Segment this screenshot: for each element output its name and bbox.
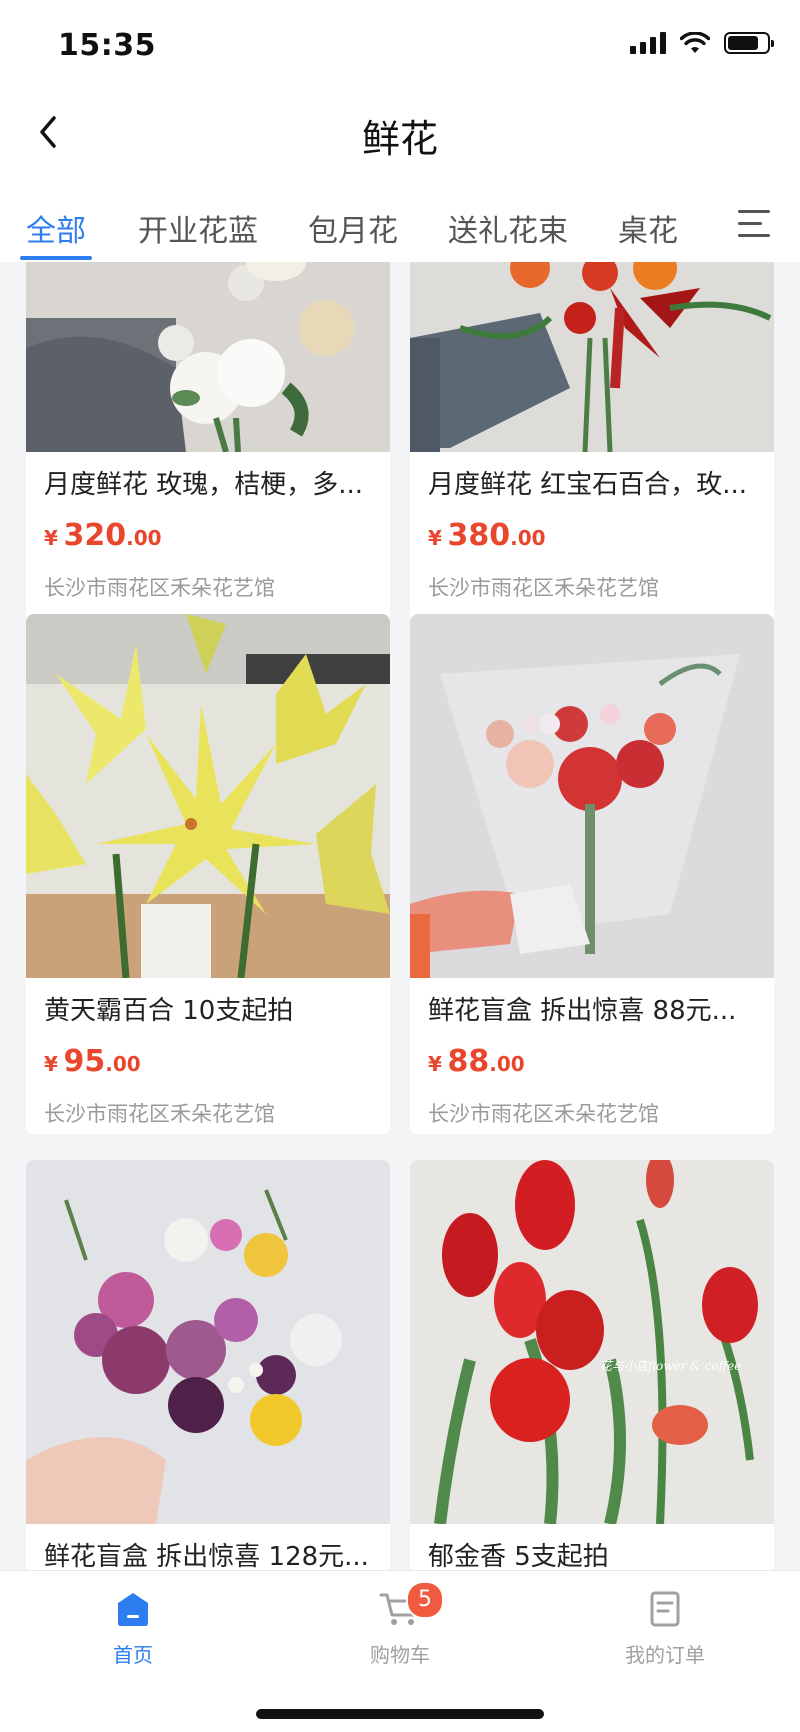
battery-icon <box>724 32 774 54</box>
tabbar-home[interactable]: 首页 <box>73 1589 193 1668</box>
product-image: 花与小店flower & coffee <box>410 1160 774 1524</box>
bottom-tab-bar: 首页 购物车 5 我的订单 <box>0 1570 800 1732</box>
tab-monthly-flowers[interactable]: 包月花 <box>308 206 398 250</box>
product-image <box>26 614 390 978</box>
product-card[interactable]: 鲜花盲盒 拆出惊喜 128元... <box>26 1160 390 1570</box>
product-image <box>410 262 774 452</box>
shop-name: 长沙市雨花区禾朵花艺馆 <box>428 576 659 600</box>
shop-name: 长沙市雨花区禾朵花艺馆 <box>44 1102 275 1126</box>
page-title: 鲜花 <box>361 117 438 161</box>
tab-table-flowers[interactable]: 桌花 <box>618 206 678 250</box>
watermark: 花与小店flower & coffee <box>600 1359 741 1373</box>
category-tabs: 全部 开业花蓝 包月花 送礼花束 桌花 <box>0 196 800 262</box>
product-name: 黄天霸百合 10支起拍 <box>44 996 294 1026</box>
tabbar-orders-label: 我的订单 <box>625 1643 705 1667</box>
product-card[interactable]: 月度鲜花 红宝石百合，玫... ¥ 380.00 长沙市雨花区禾朵花艺馆 <box>410 262 774 654</box>
status-time: 15:35 <box>58 28 156 63</box>
shop-name: 长沙市雨花区禾朵花艺馆 <box>428 1102 659 1126</box>
product-price: ¥ 380.00 <box>428 518 546 553</box>
product-card[interactable]: 花与小店flower & coffee 郁金香 5支起拍 <box>410 1160 774 1570</box>
signal-icon <box>630 32 666 54</box>
product-card[interactable]: 月度鲜花 玫瑰，桔梗，多... ¥ 320.00 长沙市雨花区禾朵花艺馆 <box>26 262 390 654</box>
product-card[interactable]: 鲜花盲盒 拆出惊喜 88元... ¥ 88.00 长沙市雨花区禾朵花艺馆 <box>410 614 774 1134</box>
tab-active-indicator <box>20 256 92 260</box>
tabbar-cart[interactable]: 购物车 5 <box>340 1581 460 1668</box>
product-price: ¥ 88.00 <box>428 1044 525 1079</box>
product-grid: 月度鲜花 玫瑰，桔梗，多... ¥ 320.00 长沙市雨花区禾朵花艺馆 月度鲜… <box>0 262 800 1570</box>
product-image <box>410 614 774 978</box>
product-name: 郁金香 5支起拍 <box>428 1542 609 1570</box>
shop-name: 长沙市雨花区禾朵花艺馆 <box>44 576 275 600</box>
product-name: 鲜花盲盒 拆出惊喜 88元... <box>428 996 737 1026</box>
tabbar-cart-label: 购物车 <box>370 1643 430 1667</box>
tabbar-orders[interactable]: 我的订单 <box>605 1589 725 1668</box>
product-price: ¥ 95.00 <box>44 1044 141 1079</box>
product-name: 鲜花盲盒 拆出惊喜 128元... <box>44 1542 369 1570</box>
home-icon <box>118 1593 148 1626</box>
menu-icon[interactable] <box>738 210 770 240</box>
product-price: ¥ 320.00 <box>44 518 162 553</box>
tabbar-home-label: 首页 <box>113 1643 153 1667</box>
product-card[interactable]: 黄天霸百合 10支起拍 ¥ 95.00 长沙市雨花区禾朵花艺馆 <box>26 614 390 1134</box>
top-bar: 15:35 鲜花 全部 开业花蓝 包月花 送礼花束 桌花 <box>0 0 800 262</box>
product-image <box>26 262 390 452</box>
cart-count-badge: 5 <box>406 1581 444 1619</box>
tab-gift-bouquets[interactable]: 送礼花束 <box>448 206 568 250</box>
status-icons <box>630 32 774 54</box>
orders-icon <box>650 1591 680 1627</box>
tab-all[interactable]: 全部 <box>26 206 86 250</box>
wifi-icon <box>680 32 710 53</box>
product-image <box>26 1160 390 1524</box>
product-name: 月度鲜花 红宝石百合，玫... <box>428 470 748 500</box>
tab-opening-baskets[interactable]: 开业花蓝 <box>138 206 258 250</box>
home-indicator <box>256 1709 544 1719</box>
product-name: 月度鲜花 玫瑰，桔梗，多... <box>44 470 364 500</box>
